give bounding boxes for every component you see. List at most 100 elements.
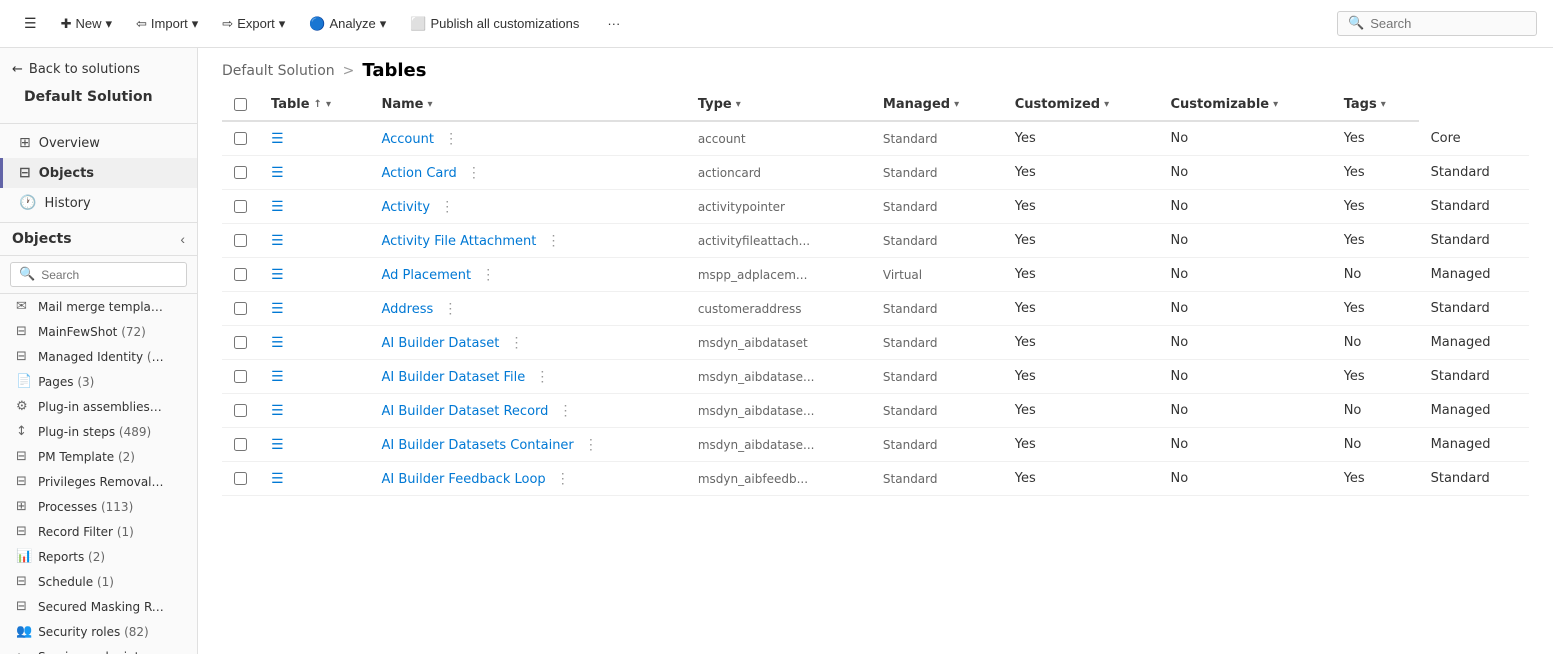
- row-table-name[interactable]: Address: [381, 302, 433, 317]
- row-table-name[interactable]: Action Card: [381, 166, 456, 181]
- row-checkbox[interactable]: [234, 268, 247, 281]
- hamburger-menu-button[interactable]: ☰: [16, 11, 45, 36]
- objects-list-item[interactable]: ⊟ PM Template (2) ···: [0, 444, 197, 469]
- objects-list-item[interactable]: ⊟ Managed Identity (17) ···: [0, 344, 197, 369]
- row-more-button[interactable]: ⋮: [546, 232, 560, 249]
- row-more-button[interactable]: ⋮: [444, 130, 458, 147]
- row-table-icon-cell: ☰: [259, 326, 369, 360]
- objects-list-item[interactable]: ✉ Mail merge templates (6) ···: [0, 294, 197, 319]
- col-header-customized[interactable]: Customized ▾: [1003, 89, 1159, 121]
- objects-header: Objects ‹: [0, 223, 197, 256]
- objects-search-container: 🔍: [0, 256, 197, 294]
- row-checkbox[interactable]: [234, 302, 247, 315]
- sidebar-item-overview[interactable]: ⊞ Overview: [0, 128, 197, 158]
- col-tags-label: Tags: [1344, 97, 1377, 112]
- objects-list-item[interactable]: ⊟ Privileges Removal S... (3) ···: [0, 469, 197, 494]
- objects-list-item[interactable]: ⊟ MainFewShot (72) ···: [0, 319, 197, 344]
- row-table-icon: ☰: [271, 437, 284, 453]
- row-tags: Managed: [1419, 428, 1529, 462]
- obj-item-label: Security roles (82): [38, 625, 165, 639]
- row-managed: Yes: [1003, 360, 1159, 394]
- import-button[interactable]: ⇦ Import ▾: [128, 12, 206, 36]
- row-tags: Standard: [1419, 292, 1529, 326]
- objects-list-item[interactable]: ← Service endpoints (1) ···: [0, 644, 197, 654]
- objects-list-item[interactable]: ⊟ Secured Masking Rule (6) ···: [0, 594, 197, 619]
- row-checkbox[interactable]: [234, 404, 247, 417]
- row-tags: Managed: [1419, 394, 1529, 428]
- objects-list-item[interactable]: 📊 Reports (2) ···: [0, 544, 197, 569]
- col-header-customizable[interactable]: Customizable ▾: [1159, 89, 1332, 121]
- row-more-button[interactable]: ⋮: [535, 368, 549, 385]
- row-table-name[interactable]: Account: [381, 132, 434, 147]
- objects-list-item[interactable]: ⊟ Schedule (1) ···: [0, 569, 197, 594]
- collapse-objects-button[interactable]: ‹: [180, 231, 185, 247]
- row-table-name[interactable]: AI Builder Dataset: [381, 336, 499, 351]
- row-table-name[interactable]: AI Builder Datasets Container: [381, 438, 573, 453]
- obj-item-label: Service endpoints (1): [38, 650, 165, 654]
- row-more-button[interactable]: ⋮: [440, 198, 454, 215]
- row-more-button[interactable]: ⋮: [481, 266, 495, 283]
- row-table-icon-cell: ☰: [259, 462, 369, 496]
- more-actions-button[interactable]: ···: [599, 12, 628, 35]
- row-checkbox[interactable]: [234, 234, 247, 247]
- objects-list-item[interactable]: ↕ Plug-in steps (489) ···: [0, 419, 197, 444]
- row-api-name: account: [686, 121, 871, 156]
- row-customized: No: [1159, 258, 1332, 292]
- table-header: Table ↑ ▾ Name ▾: [222, 89, 1529, 121]
- row-checkbox[interactable]: [234, 166, 247, 179]
- row-checkbox[interactable]: [234, 336, 247, 349]
- table-row: ☰ AI Builder Dataset Record ⋮ msdyn_aibd…: [222, 394, 1529, 428]
- objects-list-item[interactable]: 📄 Pages (3) ···: [0, 369, 197, 394]
- col-header-type[interactable]: Type ▾: [686, 89, 871, 121]
- sidebar-header: ← Back to solutions Default Solution: [0, 48, 197, 124]
- obj-item-label: Schedule (1): [38, 575, 165, 589]
- export-button[interactable]: ⇨ Export ▾: [214, 12, 293, 36]
- objects-list-item[interactable]: 👥 Security roles (82) ···: [0, 619, 197, 644]
- col-header-name[interactable]: Name ▾: [369, 89, 685, 121]
- row-more-button[interactable]: ⋮: [584, 436, 598, 453]
- row-table-name[interactable]: Activity: [381, 200, 430, 215]
- objects-list-item[interactable]: ⚙ Plug-in assemblies (55) ···: [0, 394, 197, 419]
- sidebar-item-objects[interactable]: ⊟ Objects: [0, 158, 197, 188]
- row-table-name[interactable]: AI Builder Feedback Loop: [381, 472, 545, 487]
- breadcrumb-current: Tables: [362, 60, 426, 81]
- publish-icon: ⬜: [410, 16, 426, 32]
- toolbar-search-input[interactable]: [1370, 16, 1526, 31]
- row-api-name: msdyn_aibfeedb...: [686, 462, 871, 496]
- breadcrumb-parent[interactable]: Default Solution: [222, 63, 335, 79]
- row-customized: No: [1159, 462, 1332, 496]
- row-table-name[interactable]: Ad Placement: [381, 268, 471, 283]
- row-customized: No: [1159, 121, 1332, 156]
- row-checkbox[interactable]: [234, 472, 247, 485]
- row-customizable: No: [1332, 428, 1419, 462]
- sidebar-item-history[interactable]: 🕐 History: [0, 188, 197, 218]
- row-checkbox[interactable]: [234, 132, 247, 145]
- col-header-managed[interactable]: Managed ▾: [871, 89, 1003, 121]
- col-header-table[interactable]: Table ↑ ▾: [259, 89, 369, 121]
- publish-button[interactable]: ⬜ Publish all customizations: [402, 12, 587, 36]
- row-checkbox[interactable]: [234, 438, 247, 451]
- objects-list-item[interactable]: ⊟ Record Filter (1) ···: [0, 519, 197, 544]
- row-type: Standard: [871, 224, 1003, 258]
- row-table-name[interactable]: AI Builder Dataset File: [381, 370, 525, 385]
- objects-list-item[interactable]: ⊞ Processes (113) ···: [0, 494, 197, 519]
- row-checkbox[interactable]: [234, 200, 247, 213]
- back-to-solutions-link[interactable]: ← Back to solutions: [12, 58, 185, 81]
- table-row: ☰ Account ⋮ account Standard Yes No Yes …: [222, 121, 1529, 156]
- col-header-tags[interactable]: Tags ▾: [1332, 89, 1419, 121]
- row-more-button[interactable]: ⋮: [510, 334, 524, 351]
- row-table-name[interactable]: AI Builder Dataset Record: [381, 404, 548, 419]
- row-more-button[interactable]: ⋮: [556, 470, 570, 487]
- new-button[interactable]: ✚ New ▾: [53, 12, 120, 36]
- row-checkbox[interactable]: [234, 370, 247, 383]
- row-table-name[interactable]: Activity File Attachment: [381, 234, 536, 249]
- breadcrumb-separator: >: [343, 63, 355, 79]
- analyze-button[interactable]: 🔵 Analyze ▾: [301, 12, 394, 36]
- row-more-button[interactable]: ⋮: [559, 402, 573, 419]
- row-table-name-cell: AI Builder Dataset Record ⋮: [369, 394, 685, 428]
- obj-item-icon: ⚙: [16, 399, 32, 414]
- objects-search-input[interactable]: [41, 268, 178, 282]
- select-all-checkbox[interactable]: [234, 98, 247, 111]
- row-more-button[interactable]: ⋮: [443, 300, 457, 317]
- row-more-button[interactable]: ⋮: [467, 164, 481, 181]
